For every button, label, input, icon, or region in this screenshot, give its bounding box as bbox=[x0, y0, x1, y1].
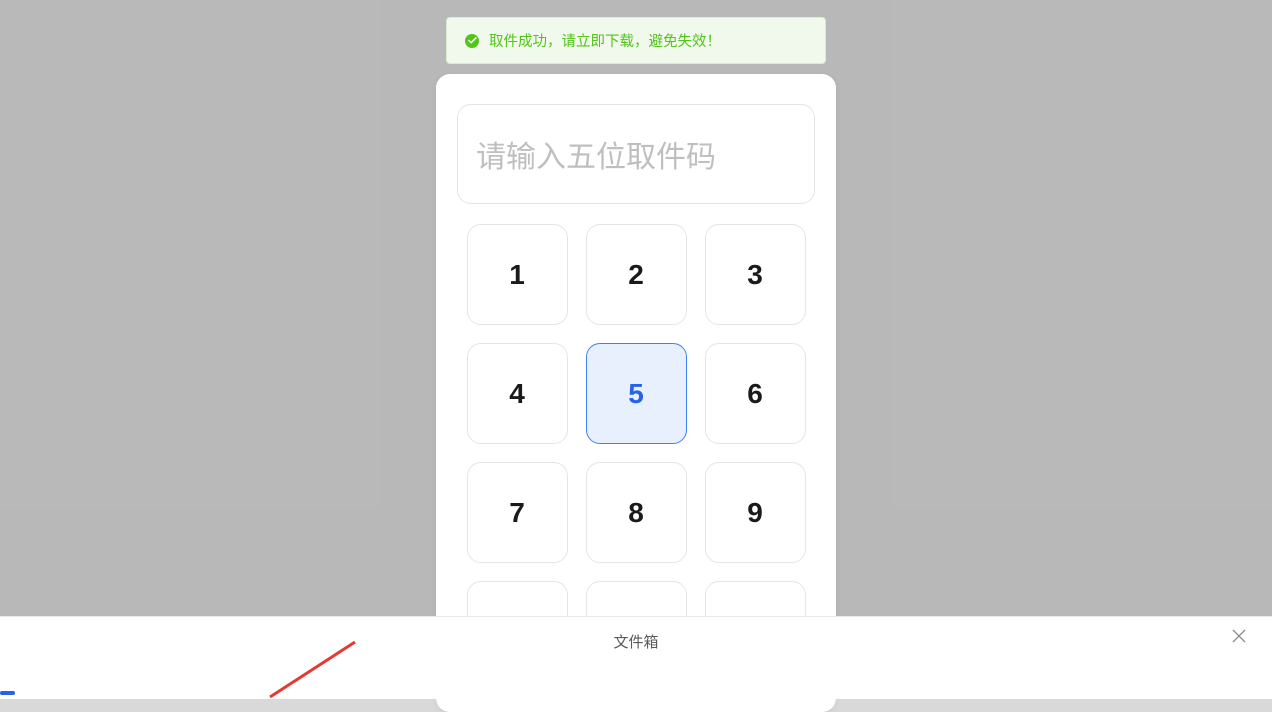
key-6[interactable]: 6 bbox=[705, 343, 806, 444]
key-2[interactable]: 2 bbox=[586, 224, 687, 325]
close-icon bbox=[1232, 629, 1246, 648]
toast-message: 取件成功，请立即下载，避免失效！ bbox=[489, 30, 721, 51]
key-9[interactable]: 9 bbox=[705, 462, 806, 563]
file-box-sheet: 文件箱 bbox=[0, 616, 1272, 699]
check-circle-icon bbox=[465, 34, 479, 48]
key-1[interactable]: 1 bbox=[467, 224, 568, 325]
key-5[interactable]: 5 bbox=[586, 343, 687, 444]
numeric-keypad: 1 2 3 4 5 6 7 8 9 0 bbox=[456, 224, 816, 682]
key-8[interactable]: 8 bbox=[586, 462, 687, 563]
key-7[interactable]: 7 bbox=[467, 462, 568, 563]
key-3[interactable]: 3 bbox=[705, 224, 806, 325]
key-4[interactable]: 4 bbox=[467, 343, 568, 444]
success-toast: 取件成功，请立即下载，避免失效！ bbox=[446, 17, 826, 64]
progress-indicator bbox=[0, 691, 15, 695]
main-overlay: 取件成功，请立即下载，避免失效！ 请输入五位取件码 1 2 3 4 5 6 7 … bbox=[0, 0, 1272, 616]
sheet-header: 文件箱 bbox=[0, 617, 1272, 657]
close-button[interactable] bbox=[1231, 630, 1247, 646]
sheet-title: 文件箱 bbox=[613, 631, 658, 652]
input-placeholder: 请输入五位取件码 bbox=[476, 132, 716, 176]
code-input[interactable]: 请输入五位取件码 bbox=[457, 104, 815, 204]
